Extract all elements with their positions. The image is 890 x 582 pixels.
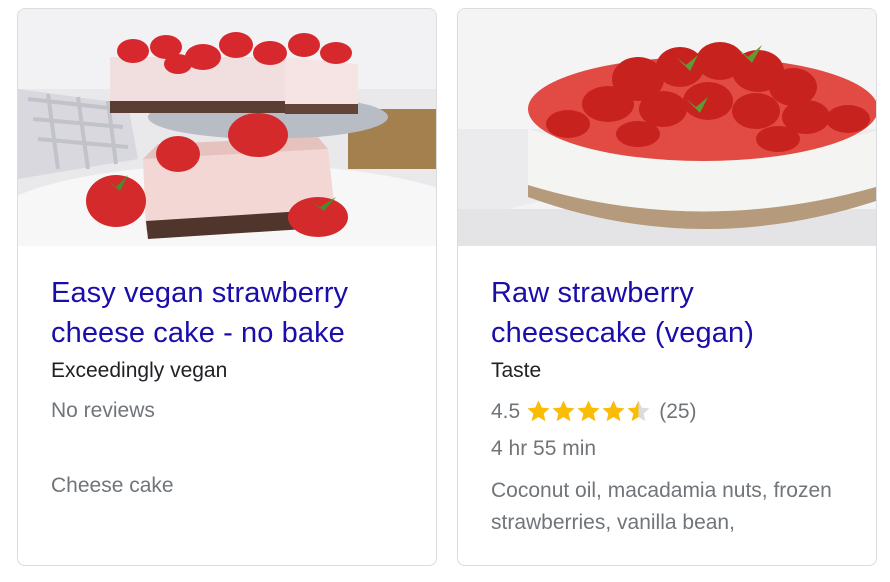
cook-time: 4 hr 55 min <box>491 437 597 460</box>
review-status: No reviews <box>51 399 155 422</box>
star-icon <box>527 400 550 422</box>
star-icon <box>602 400 625 422</box>
recipe-category: Cheese cake <box>51 474 174 497</box>
rating-row: 4.5 (25) <box>491 399 697 424</box>
star-icon <box>552 400 575 422</box>
recipe-title-link[interactable]: Raw strawberry cheesecake (vegan) <box>491 273 851 353</box>
recipe-source: Exceedingly vegan <box>51 359 228 382</box>
rating-value: 4.5 <box>491 399 521 423</box>
ingredients-list: Coconut oil, macadamia nuts, frozen stra… <box>491 479 832 534</box>
recipe-source: Taste <box>491 359 542 382</box>
review-count: (25) <box>659 399 697 423</box>
recipe-image-2[interactable] <box>458 9 877 246</box>
recipe-card-1[interactable]: Easy vegan strawberry cheese cake - no b… <box>17 8 437 566</box>
star-icon <box>627 400 650 422</box>
star-icon <box>577 400 600 422</box>
recipe-title-link[interactable]: Easy vegan strawberry cheese cake - no b… <box>51 273 411 353</box>
star-rating <box>526 399 651 424</box>
recipe-card-2[interactable]: Raw strawberry cheesecake (vegan) Taste … <box>457 8 877 566</box>
recipe-image-1[interactable] <box>18 9 437 246</box>
